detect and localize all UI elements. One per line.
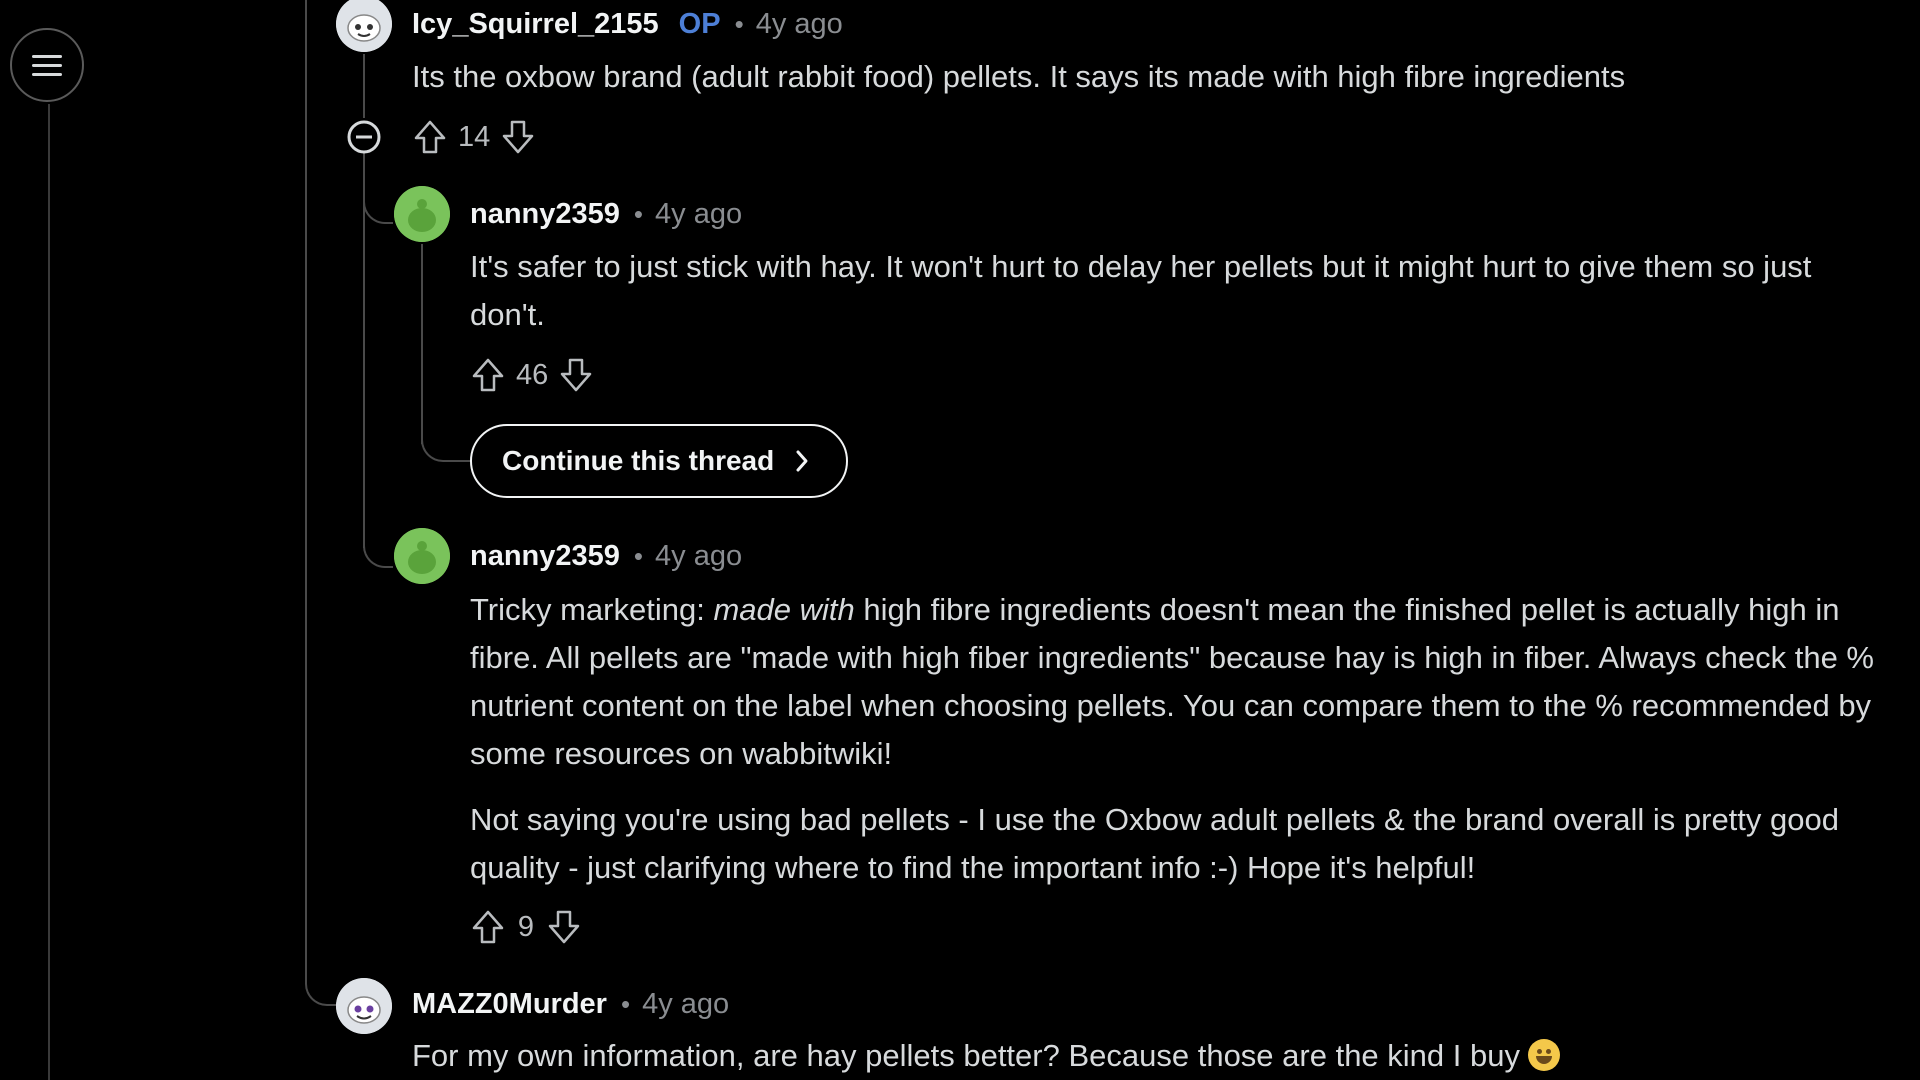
timestamp[interactable]: 4y ago: [642, 988, 729, 1021]
snoo-avatar-icon: [336, 0, 392, 52]
separator-dot: •: [633, 541, 644, 571]
op-badge: OP: [678, 8, 721, 40]
comments-page: Icy_Squirrel_2155 OP • 4y ago Its the ox…: [0, 0, 1920, 1080]
avatar[interactable]: [394, 528, 450, 584]
text-run: For my own information, are hay pellets …: [412, 1038, 1520, 1073]
vote-count: 46: [516, 358, 549, 391]
thread-line-root[interactable]: [305, 0, 307, 975]
username[interactable]: Icy_Squirrel_2155: [412, 8, 659, 41]
separator-dot: •: [734, 9, 744, 39]
comment-meta: nanny2359 • 4y ago: [470, 198, 742, 231]
avatar[interactable]: [336, 0, 392, 52]
upvote-arrow-icon[interactable]: [470, 908, 506, 946]
emphasis-text: made with: [713, 592, 855, 627]
green-snoo-avatar-icon: [394, 528, 450, 584]
separator-dot: •: [620, 989, 631, 1019]
username[interactable]: MAZZ0Murder: [412, 988, 607, 1021]
collapse-minus-icon: [347, 120, 381, 154]
continue-thread-label: Continue this thread: [502, 445, 775, 476]
collapse-button[interactable]: [346, 119, 382, 160]
username[interactable]: nanny2359: [470, 198, 620, 231]
vote-count: 9: [517, 910, 535, 943]
comment-body: It's safer to just stick with hay. It wo…: [470, 243, 1890, 355]
thread-line-root-branch: [305, 960, 339, 1006]
grinning-face-emoji-icon: [1527, 1039, 1560, 1071]
comment-meta: nanny2359 • 4y ago: [470, 540, 742, 573]
vote-bar: 46: [470, 356, 594, 394]
comment-paragraph: Tricky marketing: made with high fibre i…: [470, 586, 1895, 778]
comment-body: For my own information, are hay pellets …: [412, 1032, 1892, 1080]
comment-body: Its the oxbow brand (adult rabbit food) …: [412, 53, 1872, 117]
upvote-arrow-icon[interactable]: [412, 118, 448, 156]
vote-bar: 9: [470, 908, 582, 946]
thread-line-branch-1: [363, 150, 393, 224]
hamburger-menu-icon: [32, 49, 62, 82]
thread-line-nanny-1[interactable]: [421, 244, 423, 444]
thread-line-op-children[interactable]: [363, 158, 365, 548]
thread-line-continue-branch: [421, 420, 471, 462]
timestamp[interactable]: 4y ago: [756, 8, 843, 41]
text-run: Tricky marketing:: [470, 592, 714, 627]
snoo-avatar-icon: [336, 978, 392, 1034]
comment-paragraph: Not saying you're using bad pellets - I …: [470, 802, 1839, 885]
downvote-arrow-icon[interactable]: [558, 356, 594, 394]
downvote-arrow-icon[interactable]: [500, 118, 536, 156]
comment-meta: MAZZ0Murder • 4y ago: [412, 988, 729, 1021]
timestamp[interactable]: 4y ago: [655, 198, 742, 231]
comment-paragraph: Its the oxbow brand (adult rabbit food) …: [412, 59, 1626, 94]
comment-paragraph: For my own information, are hay pellets …: [412, 1032, 1892, 1080]
hamburger-menu-button[interactable]: [10, 28, 84, 102]
comment-meta: Icy_Squirrel_2155 OP • 4y ago: [412, 8, 843, 41]
thread-line-op[interactable]: [363, 54, 365, 118]
separator-dot: •: [633, 199, 644, 229]
thread-line-branch-2: [363, 510, 393, 568]
rail-divider: [48, 104, 50, 1080]
green-snoo-avatar-icon: [394, 186, 450, 242]
continue-thread-button[interactable]: Continue this thread: [470, 424, 849, 498]
downvote-arrow-icon[interactable]: [546, 908, 582, 946]
timestamp[interactable]: 4y ago: [655, 540, 742, 573]
vote-count: 14: [458, 120, 491, 153]
chevron-right-icon: [796, 450, 808, 472]
avatar[interactable]: [336, 978, 392, 1034]
comment-paragraph: It's safer to just stick with hay. It wo…: [470, 249, 1812, 332]
upvote-arrow-icon[interactable]: [470, 356, 506, 394]
vote-bar: 14: [412, 118, 536, 156]
avatar[interactable]: [394, 186, 450, 242]
username[interactable]: nanny2359: [470, 540, 620, 573]
comment-body: Tricky marketing: made with high fibre i…: [470, 586, 1895, 908]
